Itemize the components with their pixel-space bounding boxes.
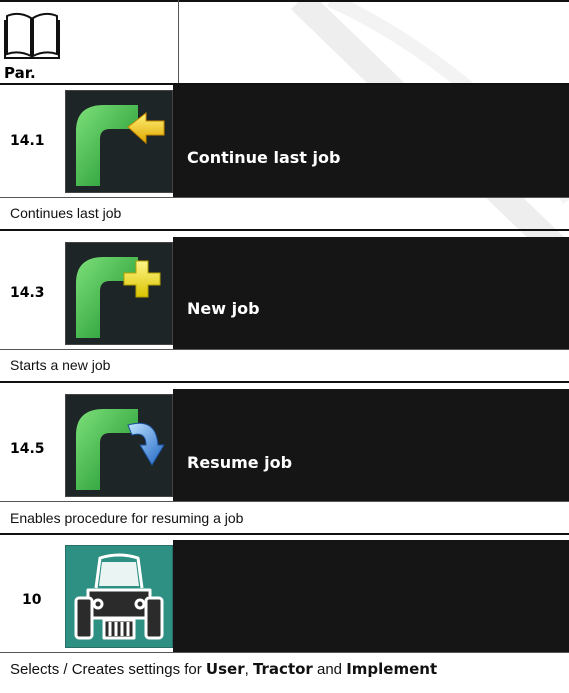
menu-row-new-job: 14.3 New job — [0, 237, 569, 349]
implement-term: Implement — [346, 660, 438, 678]
continue-last-job-label[interactable]: Continue last job — [187, 148, 340, 167]
description-text: , — [244, 661, 253, 678]
resume-job-label[interactable]: Resume job — [187, 453, 292, 472]
par-column-label: Par. — [4, 64, 36, 82]
description-text: and — [312, 661, 347, 678]
resume-job-description: Enables procedure for resuming a job — [10, 510, 244, 526]
user-term: User — [205, 660, 245, 678]
par-number: 14.5 — [10, 441, 45, 457]
resume-job-icon — [65, 394, 173, 497]
continue-last-job-description: Continues last job — [10, 205, 122, 221]
header-cell: Par. — [0, 0, 178, 82]
menu-row-settings: 10 — [0, 540, 569, 652]
new-job-icon — [65, 242, 173, 345]
menu-label-bar[interactable] — [173, 85, 569, 197]
description-text: Selects / Creates settings for — [10, 661, 206, 678]
manual-book-icon — [4, 12, 60, 59]
tractor-term: Tractor — [252, 660, 313, 678]
tractor-icon — [65, 545, 173, 648]
new-job-label[interactable]: New job — [187, 299, 260, 318]
menu-label-bar[interactable] — [173, 237, 569, 349]
menu-label-bar[interactable] — [173, 540, 569, 652]
menu-row-continue-last-job: 14.1 Continue last job — [0, 85, 569, 197]
new-job-description: Starts a new job — [10, 357, 111, 373]
continue-last-job-icon — [65, 90, 173, 193]
par-number: 14.1 — [10, 133, 45, 149]
settings-description: Selects / Creates settings for User, Tra… — [10, 660, 437, 678]
menu-row-resume-job: 14.5 Resume job — [0, 389, 569, 501]
menu-label-bar[interactable] — [173, 389, 569, 501]
par-number: 14.3 — [10, 285, 45, 301]
